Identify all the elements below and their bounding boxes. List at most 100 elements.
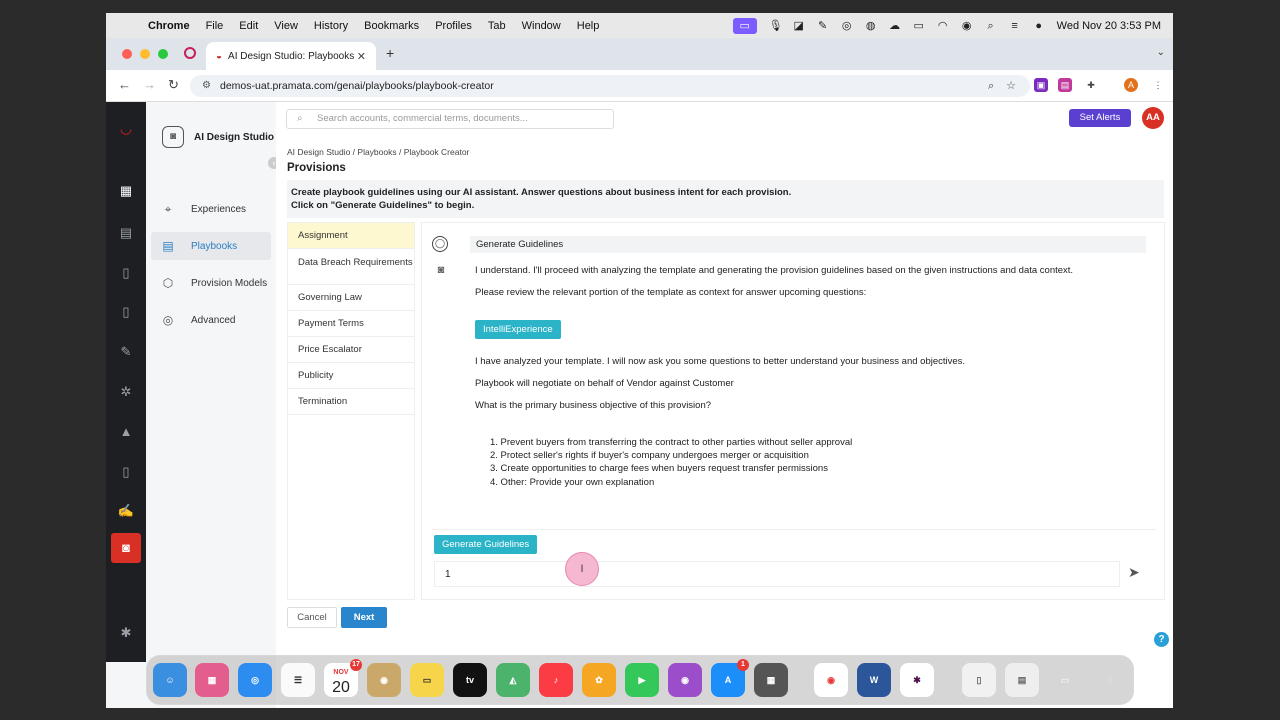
close-window-button[interactable] <box>122 49 132 59</box>
settings-cog-icon[interactable]: ✲ <box>117 383 135 401</box>
recording-icon[interactable] <box>184 47 196 59</box>
menu-bookmarks[interactable]: Bookmarks <box>364 20 419 32</box>
calculator-icon[interactable]: ▦ <box>754 663 788 697</box>
control-center-icon[interactable]: ≡ <box>1009 20 1021 32</box>
provision-item-publicity[interactable]: Publicity <box>288 363 414 389</box>
menu-view[interactable]: View <box>274 20 298 32</box>
menu-tab[interactable]: Tab <box>488 20 506 32</box>
screen-record-icon[interactable]: ▭ <box>732 17 757 34</box>
launchpad-icon[interactable]: ▦ <box>195 663 229 697</box>
safari-icon[interactable]: ◎ <box>238 663 272 697</box>
next-button[interactable]: Next <box>341 607 387 628</box>
profile-avatar[interactable]: A <box>1124 78 1138 92</box>
help-button[interactable]: ? <box>1154 632 1169 647</box>
app-store-icon[interactable]: A1 <box>711 659 749 697</box>
notes-icon[interactable]: ◪ <box>793 20 805 32</box>
browser-menu-icon[interactable]: ⋮ <box>1151 78 1165 92</box>
battery-icon[interactable]: ▭ <box>913 20 925 32</box>
cloud-icon[interactable]: ☁ <box>889 20 901 32</box>
new-tab-icon[interactable]: + <box>386 45 394 61</box>
menu-window[interactable]: Window <box>522 20 561 32</box>
menu-file[interactable]: File <box>206 20 224 32</box>
reload-icon[interactable]: ↻ <box>168 77 179 93</box>
file-icon[interactable]: ▯ <box>117 463 135 481</box>
sidebar-item-advanced[interactable]: ◎ Advanced <box>151 306 271 334</box>
generate-guidelines-button[interactable]: Generate Guidelines <box>434 535 538 554</box>
menu-profiles[interactable]: Profiles <box>435 20 472 32</box>
music-icon[interactable]: ♪ <box>539 663 573 697</box>
contract-icon[interactable]: ▯ <box>117 264 135 282</box>
settings-icon[interactable]: ✱ <box>117 624 135 642</box>
sidebar-item-experiences[interactable]: ⌖ Experiences <box>151 195 271 223</box>
sidebar-item-provision-models[interactable]: ⬡ Provision Models <box>151 269 271 297</box>
calendar-icon[interactable]: NOV 20 17 <box>324 659 362 697</box>
provision-item-payment-terms[interactable]: Payment Terms <box>288 311 414 337</box>
downloads-icon[interactable]: ▭ <box>1048 663 1082 697</box>
provision-item-price-escalator[interactable]: Price Escalator <box>288 337 414 363</box>
set-alerts-button[interactable]: Set Alerts <box>1069 109 1131 127</box>
report-icon[interactable]: ▯ <box>117 303 135 321</box>
apps-grid-icon[interactable]: ▦ <box>117 182 135 200</box>
menu-help[interactable]: Help <box>577 20 600 32</box>
finder-icon[interactable]: ☺ <box>153 663 187 697</box>
upload-icon[interactable]: ▲ <box>117 423 135 441</box>
game-icon[interactable]: ◍ <box>865 20 877 32</box>
provision-item-assignment[interactable]: Assignment <box>288 223 414 249</box>
document-stack-icon[interactable]: ▤ <box>1005 663 1039 697</box>
word-icon[interactable]: W <box>857 663 891 697</box>
pen-icon[interactable]: ✎ <box>817 20 829 32</box>
url-text: demos-uat.pramata.com/genai/playbooks/pl… <box>220 80 494 92</box>
podcasts-icon[interactable]: ◉ <box>668 663 702 697</box>
provision-item-governing-law[interactable]: Governing Law <box>288 285 414 311</box>
tab-search-icon[interactable]: ⌄ <box>1157 47 1165 58</box>
chrome-icon[interactable]: ◉ <box>814 663 848 697</box>
wifi-icon[interactable]: ◠ <box>937 20 949 32</box>
contacts-icon[interactable]: ◉ <box>367 663 401 697</box>
ai-studio-rail-button[interactable]: ◙ <box>111 533 141 563</box>
signature-icon[interactable]: ✍ <box>117 502 135 520</box>
menu-app-name[interactable]: Chrome <box>148 20 190 32</box>
pramata-logo-icon[interactable]: ◡ <box>116 120 136 136</box>
extensions-puzzle-icon[interactable]: ✚ <box>1084 78 1098 92</box>
back-icon[interactable]: ← <box>118 77 131 92</box>
microphone-icon[interactable]: 🎙 <box>769 20 783 32</box>
global-search[interactable]: ⌕ Search accounts, commercial terms, doc… <box>286 109 614 129</box>
extension-icon[interactable]: ▤ <box>1058 78 1072 92</box>
reminders-icon[interactable]: ☰ <box>281 663 315 697</box>
compass-icon[interactable]: ◎ <box>841 20 853 32</box>
sidebar-item-playbooks[interactable]: ▤ Playbooks <box>151 232 271 260</box>
siri-icon[interactable]: ● <box>1033 20 1045 32</box>
zoom-icon[interactable]: ⌕ <box>988 75 994 97</box>
slack-icon[interactable]: ✱ <box>900 663 934 697</box>
forward-icon[interactable]: → <box>143 77 156 92</box>
spotlight-icon[interactable]: ⌕ <box>985 20 997 32</box>
pdf-file-icon[interactable]: ▯ <box>962 663 996 697</box>
documents-icon[interactable]: ▤ <box>117 224 135 242</box>
trash-icon[interactable]: ▯ <box>1093 663 1127 697</box>
browser-tab[interactable]: ◒ AI Design Studio: Playbooks ✕ <box>206 42 376 70</box>
provision-item-data-breach[interactable]: Data Breach Requirements <box>288 249 414 285</box>
bookmark-star-icon[interactable]: ☆ <box>1006 75 1016 97</box>
minimize-window-button[interactable] <box>140 49 150 59</box>
address-bar[interactable]: ⚙ demos-uat.pramata.com/genai/playbooks/… <box>190 75 1030 97</box>
cancel-button[interactable]: Cancel <box>287 607 337 628</box>
close-tab-icon[interactable]: ✕ <box>357 50 366 63</box>
photos-icon[interactable]: ✿ <box>582 663 616 697</box>
menu-clock[interactable]: Wed Nov 20 3:53 PM <box>1057 20 1161 32</box>
apple-tv-icon[interactable]: tv <box>453 663 487 697</box>
user-icon[interactable]: ◉ <box>961 20 973 32</box>
site-info-icon[interactable]: ⚙ <box>202 75 211 97</box>
zoom-window-button[interactable] <box>158 49 168 59</box>
intelliexperience-chip[interactable]: IntelliExperience <box>475 320 561 339</box>
facetime-icon[interactable]: ▶ <box>625 663 659 697</box>
provision-item-termination[interactable]: Termination <box>288 389 414 415</box>
send-icon[interactable]: ➤ <box>1128 564 1140 581</box>
menu-edit[interactable]: Edit <box>239 20 258 32</box>
maps-icon[interactable]: ◭ <box>496 663 530 697</box>
extension-icon[interactable]: ▣ <box>1034 78 1048 92</box>
chat-input[interactable]: 1 <box>434 561 1120 587</box>
avatar[interactable]: AA <box>1142 107 1164 129</box>
edit-doc-icon[interactable]: ✎ <box>117 343 135 361</box>
notes-app-icon[interactable]: ▭ <box>410 663 444 697</box>
menu-history[interactable]: History <box>314 20 348 32</box>
